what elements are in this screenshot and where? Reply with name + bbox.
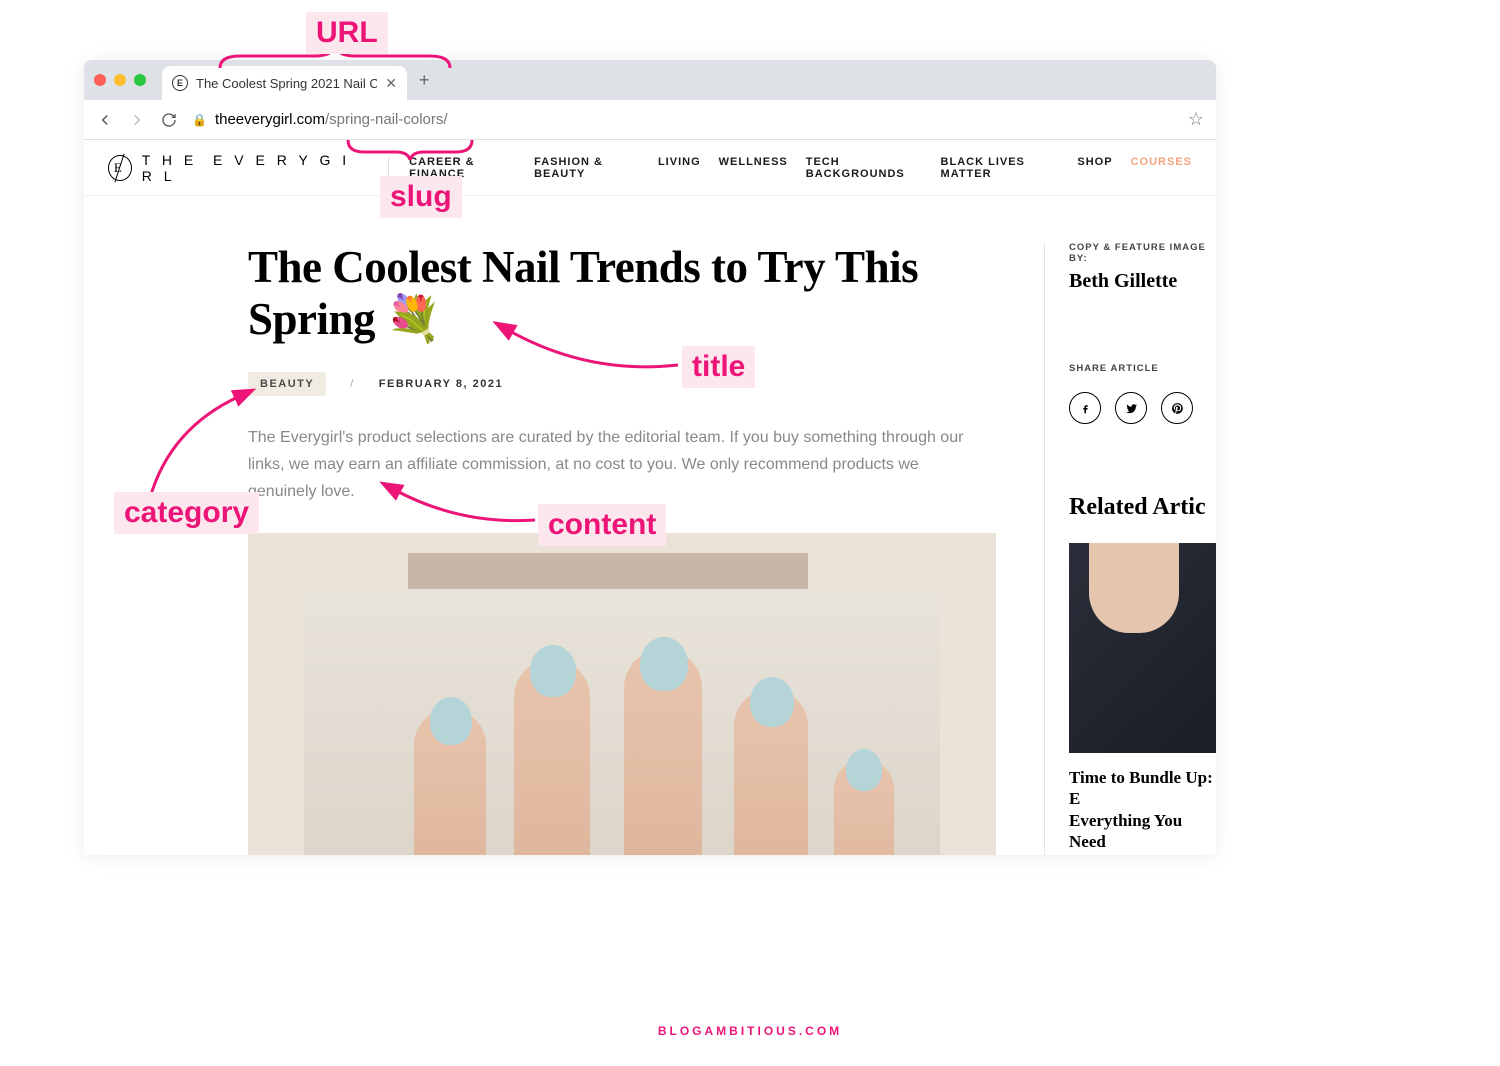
site-header: E T H E E V E R Y G I R L CAREER & FINAN… <box>84 140 1216 196</box>
nav-living[interactable]: LIVING <box>658 156 701 180</box>
annotation-content: content <box>538 504 666 546</box>
title-arrow <box>488 320 688 385</box>
annotation-slug: slug <box>380 176 462 218</box>
share-facebook-button[interactable] <box>1069 392 1101 424</box>
tab-close-icon[interactable]: ✕ <box>385 75 397 92</box>
logo-text: T H E E V E R Y G I R L <box>142 152 369 184</box>
author-name[interactable]: Beth Gillette <box>1069 270 1216 293</box>
slug-bracket <box>340 136 480 165</box>
window-minimize[interactable] <box>114 74 126 86</box>
main-nav: CAREER & FINANCE FASHION & BEAUTY LIVING… <box>409 156 1192 180</box>
share-label: SHARE ARTICLE <box>1069 363 1216 374</box>
article-date: FEBRUARY 8, 2021 <box>379 378 503 390</box>
share-twitter-button[interactable] <box>1115 392 1147 424</box>
sidebar: COPY & FEATURE IMAGE BY: Beth Gillette S… <box>1044 242 1216 855</box>
annotation-category: category <box>114 492 259 534</box>
url-path: /spring-nail-colors/ <box>325 111 448 128</box>
byline-label: COPY & FEATURE IMAGE BY: <box>1069 242 1216 264</box>
twitter-icon <box>1125 402 1138 415</box>
lock-icon: 🔒 <box>192 113 207 127</box>
share-icons <box>1069 392 1216 424</box>
favicon: E <box>172 75 188 91</box>
back-button[interactable] <box>96 111 114 129</box>
nav-wellness[interactable]: WELLNESS <box>719 156 788 180</box>
article-lead: The Everygirl's product selections are c… <box>248 424 988 506</box>
pinterest-icon <box>1171 402 1184 415</box>
nav-tech-backgrounds[interactable]: TECH BACKGROUNDS <box>806 156 923 180</box>
browser-window: E The Coolest Spring 2021 Nail C ✕ + 🔒 t… <box>84 60 1216 855</box>
nav-courses[interactable]: COURSES <box>1131 156 1192 180</box>
content-arrow <box>380 480 550 535</box>
bookmark-icon[interactable]: ☆ <box>1188 109 1204 130</box>
window-maximize[interactable] <box>134 74 146 86</box>
url-bar: 🔒 theeverygirl.com/spring-nail-colors/ ☆ <box>84 100 1216 140</box>
nav-fashion-beauty[interactable]: FASHION & BEAUTY <box>534 156 640 180</box>
address-bar[interactable]: 🔒 theeverygirl.com/spring-nail-colors/ <box>192 111 1174 128</box>
url-domain: theeverygirl.com <box>215 111 325 128</box>
annotation-title: title <box>682 346 755 388</box>
share-pinterest-button[interactable] <box>1161 392 1193 424</box>
hero-image <box>248 533 996 855</box>
traffic-lights <box>94 74 146 86</box>
logo-mark-icon: E <box>108 155 132 181</box>
nav-black-lives-matter[interactable]: BLACK LIVES MATTER <box>941 156 1060 180</box>
reload-button[interactable] <box>160 111 178 129</box>
facebook-icon <box>1079 402 1092 415</box>
meta-separator: / <box>350 378 355 390</box>
category-tag[interactable]: BEAUTY <box>248 372 326 396</box>
related-heading: Related Artic <box>1069 494 1216 521</box>
related-article-title[interactable]: Time to Bundle Up: E Everything You Need <box>1069 767 1216 852</box>
footer-credit: BLOGAMBITIOUS.COM <box>0 1024 1500 1038</box>
tab-title: The Coolest Spring 2021 Nail C <box>196 76 377 91</box>
annotation-url: URL <box>306 12 388 54</box>
forward-button[interactable] <box>128 111 146 129</box>
site-logo[interactable]: E T H E E V E R Y G I R L <box>108 152 368 184</box>
nav-shop[interactable]: SHOP <box>1077 156 1112 180</box>
related-article-image[interactable] <box>1069 543 1216 753</box>
window-close[interactable] <box>94 74 106 86</box>
